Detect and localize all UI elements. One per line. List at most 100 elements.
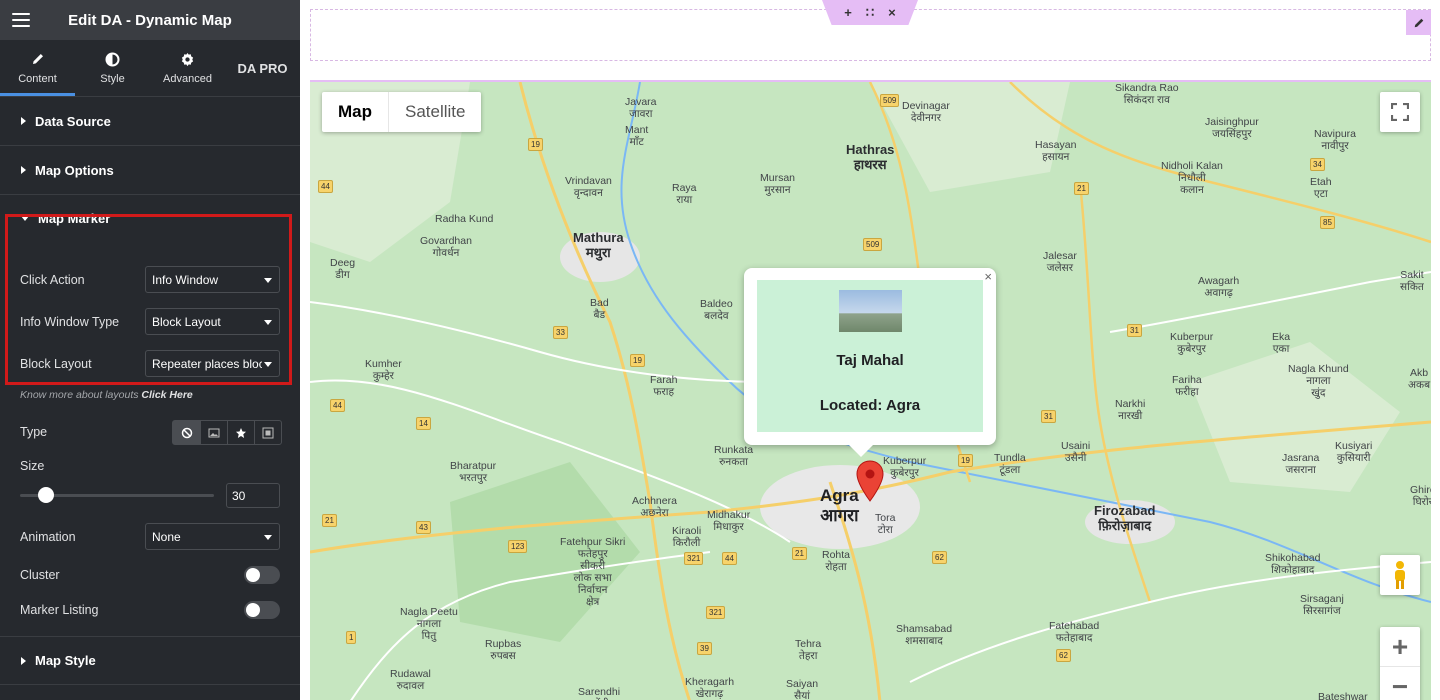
info-window-close-icon[interactable]: × [984, 269, 992, 284]
info-window-type-select[interactable]: Block Layout [145, 308, 280, 335]
caret-right-icon [21, 656, 26, 665]
map-main-city-label: Agra आगरा [820, 486, 859, 525]
map-place-label: Fariha फरीहा [1172, 374, 1202, 399]
click-action-select[interactable]: Info Window [145, 266, 280, 293]
map-place-label: Sikandra Rao सिकंदरा राव [1115, 82, 1179, 107]
map-city-label: Mathura मथुरा [573, 230, 624, 260]
map-place-label: Saiyan सैयां [786, 678, 819, 700]
highway-shield: 85 [1320, 216, 1335, 229]
block-layout-select[interactable]: Repeater places bloc [145, 350, 280, 377]
section-map-style[interactable]: Map Style [0, 636, 300, 685]
info-window-tail [849, 445, 873, 457]
map-place-label: Mursan मुरसान [760, 172, 796, 197]
map-marker-pin[interactable] [856, 460, 884, 502]
editor-panel: Edit DA - Dynamic Map Content Style Adva… [0, 0, 300, 700]
half-circle-icon [105, 51, 120, 67]
tab-da-pro[interactable]: DA PRO [225, 40, 300, 96]
highway-shield: 321 [706, 606, 726, 619]
menu-icon[interactable] [12, 13, 30, 27]
google-map[interactable]: Javara जावरा Mant माँट Vrindavan वृन्दावन R… [310, 80, 1431, 700]
type-label: Type [20, 425, 48, 439]
caret-right-icon [21, 166, 26, 174]
highway-shield: 44 [330, 399, 345, 412]
map-place-label: Mant माँट [625, 124, 649, 149]
editor-header: Edit DA - Dynamic Map [0, 0, 300, 40]
image-icon[interactable] [200, 421, 227, 444]
custom-image-icon[interactable] [254, 421, 281, 444]
map-place-label: Vrindavan वृन्दावन [565, 175, 612, 200]
tab-content[interactable]: Content [0, 40, 75, 96]
toggle-knob [246, 603, 260, 617]
size-slider[interactable] [20, 487, 214, 503]
map-place-label: Kusiyari कुसियारी [1335, 440, 1373, 465]
cluster-label: Cluster [20, 568, 60, 582]
map-place-label: Fatehabad फतेहाबाद [1049, 620, 1100, 645]
highway-shield: 123 [508, 540, 528, 553]
map-place-label: Tehra तेहरा [795, 638, 822, 663]
highway-shield: 33 [553, 326, 568, 339]
map-place-label: Sirsaganj सिरसागंज [1300, 593, 1344, 618]
map-place-label: Nagla Peetu नागला पितु [400, 606, 458, 643]
section-label: Map Options [35, 162, 114, 178]
highway-shield: 14 [416, 417, 431, 430]
map-type-map-button[interactable]: Map [322, 92, 389, 132]
animation-value: None [152, 530, 181, 544]
highway-shield: 34 [1310, 158, 1325, 171]
map-type-satellite-button[interactable]: Satellite [389, 92, 481, 132]
none-icon[interactable] [173, 421, 200, 444]
map-city-label: Hathras हाथरस [846, 142, 895, 172]
map-place-label: Achhnera अछनेरा [632, 495, 677, 520]
map-place-label: Radha Kund [435, 213, 494, 225]
section-data-source[interactable]: Data Source [0, 97, 300, 146]
drag-icon[interactable]: ∷ [866, 5, 874, 21]
section-label: Data Source [35, 113, 111, 129]
edit-widget-button[interactable] [1406, 10, 1431, 35]
highway-shield: 19 [528, 138, 543, 151]
star-icon[interactable] [227, 421, 254, 444]
highway-shield: 21 [792, 547, 807, 560]
section-handle[interactable]: + ∷ × [822, 0, 918, 25]
street-view-button[interactable] [1380, 555, 1420, 595]
info-window: Taj Mahal Located: Agra × [744, 268, 996, 457]
size-slider-handle[interactable] [38, 487, 54, 503]
map-place-label: Midhakur मिधाकुर [707, 509, 751, 534]
fullscreen-button[interactable] [1380, 92, 1420, 132]
map-place-label: Govardhan गोवर्धन [420, 235, 472, 260]
map-type-control: Map Satellite [322, 92, 482, 132]
highway-shield: 21 [1074, 182, 1089, 195]
size-label: Size [20, 459, 45, 473]
close-icon[interactable]: × [888, 5, 896, 20]
zoom-control: + − [1380, 627, 1420, 700]
taj-mahal-thumbnail [839, 290, 902, 332]
tab-style[interactable]: Style [75, 40, 150, 96]
map-place-label: Nagla Khund नागला खुंद [1288, 363, 1349, 400]
highway-shield: 19 [630, 354, 645, 367]
highway-shield: 31 [1127, 324, 1142, 337]
map-place-label: Kumher कुम्हेर [365, 358, 402, 383]
map-city-label: Firozabad फ़िरोज़ाबाद [1094, 503, 1156, 533]
hint-link[interactable]: Click Here [141, 389, 192, 401]
cluster-toggle[interactable] [244, 566, 280, 584]
map-place-label: Bad बैड [590, 297, 609, 322]
caret-right-icon [21, 117, 26, 125]
zoom-in-button[interactable]: + [1380, 627, 1420, 667]
size-input[interactable]: 30 [226, 483, 280, 508]
map-place-label: Bateshwar [1318, 691, 1368, 700]
map-place-label: Narkhi नारखी [1115, 398, 1146, 423]
tab-content-label: Content [18, 73, 57, 85]
animation-select[interactable]: None [145, 523, 280, 550]
map-place-label: Kheragarh खेरागढ़ [685, 676, 735, 700]
fullscreen-icon [1391, 103, 1409, 121]
map-place-label: Fatehpur Sikri फतेहपुर सीकरी लोक सभा निर… [560, 536, 626, 609]
add-icon[interactable]: + [844, 5, 852, 20]
highway-shield: 44 [318, 180, 333, 193]
map-place-label: Shamsabad शमसाबाद [896, 623, 953, 648]
map-place-label: Sakit सकित [1400, 269, 1424, 294]
marker-listing-toggle[interactable] [244, 601, 280, 619]
toggle-knob [246, 568, 260, 582]
tab-advanced[interactable]: Advanced [150, 40, 225, 96]
info-window-location: Located: Agra [819, 397, 921, 414]
zoom-out-button[interactable]: − [1380, 667, 1420, 700]
map-place-label: Usaini उसैनी [1061, 440, 1091, 465]
section-map-options[interactable]: Map Options [0, 146, 300, 195]
